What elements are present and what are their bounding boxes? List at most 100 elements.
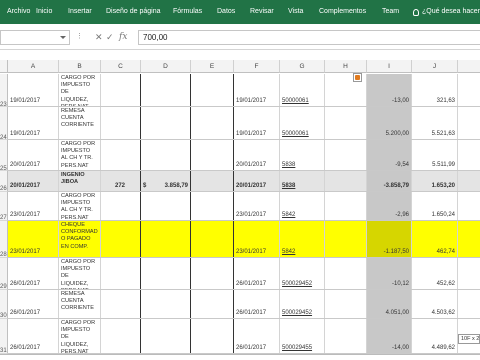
cell-h[interactable]	[325, 319, 367, 353]
cell-d[interactable]	[141, 74, 191, 106]
cell-d[interactable]	[141, 319, 191, 353]
tab-diseno-pagina[interactable]: Diseño de página	[106, 0, 161, 24]
cell-c[interactable]	[101, 319, 141, 353]
cell-description[interactable]: CARGO POR IMPUESTO DE LIQUIDEZ, PERS.NAT	[59, 258, 101, 289]
tab-datos[interactable]: Datos	[217, 0, 235, 24]
cell-c[interactable]	[101, 221, 141, 257]
cell-reference[interactable]: 500029455	[280, 319, 325, 353]
tab-insertar[interactable]: Insertar	[68, 0, 92, 24]
cell-c[interactable]	[101, 290, 141, 318]
cell-h[interactable]	[325, 107, 367, 139]
column-header-h[interactable]: H	[325, 60, 367, 73]
cell-e[interactable]	[191, 171, 234, 191]
column-header-d[interactable]: D	[141, 60, 191, 73]
cell-amount[interactable]: -13,00	[367, 74, 412, 106]
column-header-g[interactable]: G	[280, 60, 325, 73]
column-header-a[interactable]: A	[8, 60, 59, 73]
column-header-j[interactable]: J	[412, 60, 458, 73]
cell-balance[interactable]: 5.521,63	[412, 107, 458, 139]
cell-e[interactable]	[191, 107, 234, 139]
cell-date[interactable]: 19/01/2017	[8, 74, 59, 106]
tab-complementos[interactable]: Complementos	[319, 0, 366, 24]
tab-team[interactable]: Team	[382, 0, 399, 24]
row-header[interactable]: 25	[0, 140, 8, 171]
cell-date[interactable]: 26/01/2017	[8, 319, 59, 353]
cell-date-f[interactable]: 26/01/2017	[234, 258, 280, 289]
row-header[interactable]: 23	[0, 74, 8, 107]
tab-formulas[interactable]: Fórmulas	[173, 0, 202, 24]
row-header[interactable]: 29	[0, 258, 8, 290]
cell-amount[interactable]: -10,12	[367, 258, 412, 289]
cell-description[interactable]: CARGO POR IMPUESTO AL CH Y TR. PERS.NAT	[59, 140, 101, 170]
enter-icon[interactable]: ✓	[106, 31, 114, 43]
name-box[interactable]	[0, 30, 70, 45]
cell-d[interactable]	[141, 290, 191, 318]
cell-e[interactable]	[191, 290, 234, 318]
cell-e[interactable]	[191, 74, 234, 106]
cell-reference[interactable]: 50000061	[280, 74, 325, 106]
cell-date-f[interactable]: 19/01/2017	[234, 107, 280, 139]
cell-balance[interactable]: 321,63	[412, 74, 458, 106]
cell-reference[interactable]: 5842	[280, 221, 325, 257]
cell-e[interactable]	[191, 221, 234, 257]
cell-amount[interactable]: -9,54	[367, 140, 412, 170]
column-header-f[interactable]: F	[234, 60, 280, 73]
cell-date-f[interactable]: 26/01/2017	[234, 319, 280, 353]
row-header[interactable]: 24	[0, 107, 8, 140]
cell-description[interactable]: CARGO POR IMPUESTO AL CH Y TR. PERS.NAT	[59, 192, 101, 220]
cell-date-f[interactable]: 20/01/2017	[234, 171, 280, 191]
cell-description[interactable]: CARGO POR IMPUESTO DE LIQUIDEZ, PERS.NAT	[59, 319, 101, 353]
cell-c[interactable]: 272	[101, 171, 141, 191]
cell-date-f[interactable]: 26/01/2017	[234, 290, 280, 318]
cell-date-f[interactable]: 23/01/2017	[234, 192, 280, 220]
cell-h[interactable]	[325, 74, 367, 106]
row-header[interactable]: 30	[0, 290, 8, 319]
cell-date-f[interactable]: 19/01/2017	[234, 74, 280, 106]
tab-archivo[interactable]: Archivo	[7, 0, 30, 24]
cell-c[interactable]	[101, 192, 141, 220]
cell-balance[interactable]: 1.653,20	[412, 171, 458, 191]
cell-balance[interactable]: 4.489,62	[412, 319, 458, 353]
formula-bar-grip-icon[interactable]: ⋮	[76, 32, 83, 40]
cell-description[interactable]: CHEQUE CONFORMAD O PAGADO EN COMP.	[59, 221, 101, 257]
cell-h[interactable]	[325, 192, 367, 220]
cell-e[interactable]	[191, 319, 234, 353]
cell-reference[interactable]: 5838	[280, 171, 325, 191]
chevron-down-icon[interactable]	[60, 36, 66, 39]
cell-date[interactable]: 23/01/2017	[8, 221, 59, 257]
cell-e[interactable]	[191, 258, 234, 289]
cell-date[interactable]: 23/01/2017	[8, 192, 59, 220]
row-header[interactable]: 31	[0, 319, 8, 354]
formula-input[interactable]: 700,00	[138, 30, 480, 45]
cell-balance[interactable]: 452,62	[412, 258, 458, 289]
cell-date[interactable]: 19/01/2017	[8, 107, 59, 139]
cell-date[interactable]: 26/01/2017	[8, 290, 59, 318]
cell-h[interactable]	[325, 221, 367, 257]
cell-date[interactable]: 20/01/2017	[8, 171, 59, 191]
cancel-icon[interactable]: ✕	[95, 31, 103, 43]
cell-h[interactable]	[325, 171, 367, 191]
cell-amount[interactable]: 5.200,00	[367, 107, 412, 139]
cell-h[interactable]	[325, 140, 367, 170]
cell-amount[interactable]: -2,96	[367, 192, 412, 220]
cell-balance[interactable]: 4.503,62	[412, 290, 458, 318]
tab-inicio[interactable]: Inicio	[36, 0, 52, 24]
select-all-corner[interactable]	[0, 60, 8, 73]
cell-date-f[interactable]: 20/01/2017	[234, 140, 280, 170]
cell-d[interactable]	[141, 258, 191, 289]
cell-h[interactable]	[325, 290, 367, 318]
cell-reference[interactable]: 5838	[280, 140, 325, 170]
column-header-b[interactable]: B	[59, 60, 101, 73]
cell-c[interactable]	[101, 258, 141, 289]
cell-h[interactable]	[325, 258, 367, 289]
cell-d[interactable]	[141, 221, 191, 257]
column-header-c[interactable]: C	[101, 60, 141, 73]
tab-revisar[interactable]: Revisar	[250, 0, 274, 24]
cell-balance[interactable]: 5.511,99	[412, 140, 458, 170]
cell-description[interactable]: REMESA CUENTA CORRIENTE	[59, 107, 101, 139]
column-header-i[interactable]: I	[367, 60, 412, 73]
row-header[interactable]: 28	[0, 221, 8, 258]
tell-me-search[interactable]: ¿Qué desea hacer?	[413, 0, 480, 24]
cell-d[interactable]	[141, 107, 191, 139]
cell-description[interactable]: INGENIO JIBOA	[59, 171, 101, 191]
